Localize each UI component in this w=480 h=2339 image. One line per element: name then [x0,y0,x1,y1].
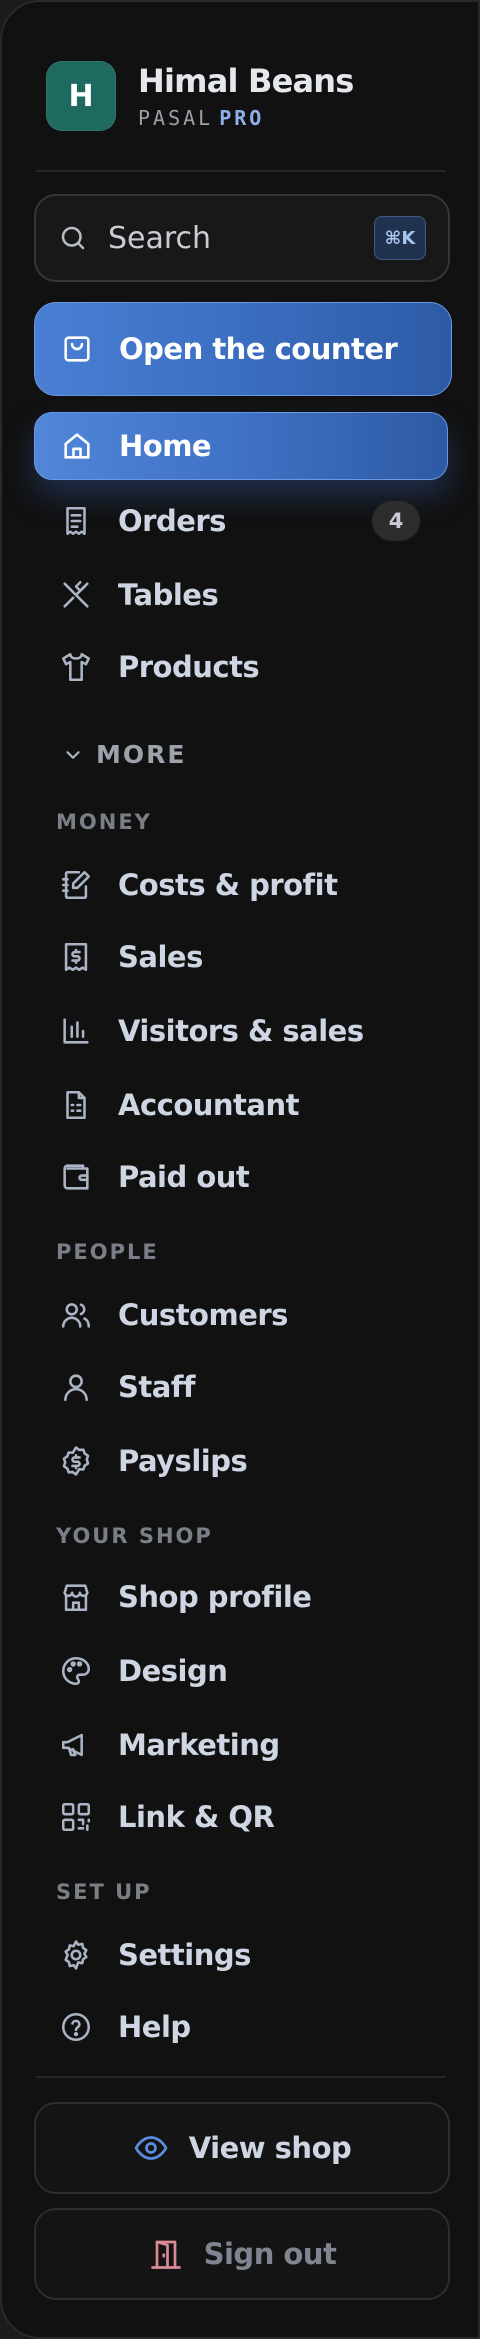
nav-settings-label: Settings [118,1938,251,1972]
eye-icon [134,2136,168,2160]
dollar-badge-icon [58,1443,94,1479]
nav-costs-profit-label: Costs & profit [118,868,338,902]
search-label: Search [108,220,212,256]
nav-marketing-label: Marketing [118,1728,280,1762]
door-icon [150,2240,181,2269]
nav-marketing[interactable]: Marketing [34,1712,448,1778]
nav-orders-label: Orders [118,504,226,538]
nav-help[interactable]: Help [34,1994,448,2060]
nav-home-label: Home [119,429,212,463]
nav-customers-label: Customers [118,1298,288,1332]
help-circle-icon [58,2009,94,2045]
nav-settings[interactable]: Settings [34,1922,448,1988]
brand-tier: PRO [219,106,265,130]
notebook-pen-icon [58,867,94,903]
nav-products[interactable]: Products [34,634,448,700]
nav-paid-out-label: Paid out [118,1160,250,1194]
nav-design[interactable]: Design [34,1638,448,1704]
section-title-set-up: SET UP [56,1880,152,1904]
nav-home[interactable]: Home [34,412,448,480]
nav-visitors-sales-label: Visitors & sales [118,1014,364,1048]
chevron-down-icon [66,750,80,759]
sign-out-button[interactable]: Sign out [34,2208,450,2300]
megaphone-icon [58,1727,94,1763]
search-button[interactable]: Search ⌘K [34,194,450,282]
nav-design-label: Design [118,1654,228,1688]
view-shop-button[interactable]: View shop [34,2102,450,2194]
sign-out-label: Sign out [203,2237,337,2271]
nav-sales[interactable]: Sales [34,924,448,990]
nav-staff-label: Staff [118,1370,196,1404]
nav-customers[interactable]: Customers [34,1282,448,1348]
nav-products-label: Products [118,650,260,684]
nav-shop-profile-label: Shop profile [118,1580,312,1614]
nav-accountant[interactable]: Accountant [34,1072,448,1138]
bar-chart-icon [58,1013,94,1049]
nav-tables-label: Tables [118,578,219,612]
nav-sales-label: Sales [118,940,203,974]
nav-payslips-label: Payslips [118,1444,248,1478]
more-label: MORE [96,740,187,769]
store-icon [58,1579,94,1615]
divider [36,170,446,172]
palette-icon [58,1653,94,1689]
gear-icon [58,1937,94,1973]
nav-link-qr[interactable]: Link & QR [34,1784,448,1850]
search-shortcut: ⌘K [374,216,426,260]
open-counter-label: Open the counter [119,332,398,366]
orders-count-badge: 4 [372,501,420,541]
nav-paid-out[interactable]: Paid out [34,1144,448,1210]
spreadsheet-file-icon [58,1087,94,1123]
receipt-icon [58,503,94,539]
nav-orders[interactable]: Orders 4 [34,488,448,554]
divider [36,2076,446,2078]
nav-shop-profile[interactable]: Shop profile [34,1564,448,1630]
utensils-icon [58,577,94,613]
open-counter-button[interactable]: Open the counter [34,302,452,396]
brand[interactable]: H Himal Beans PASAL PRO [46,60,354,132]
section-title-your-shop: YOUR SHOP [56,1524,213,1548]
section-title-people: PEOPLE [56,1240,159,1264]
nav-visitors-sales[interactable]: Visitors & sales [34,998,448,1064]
view-shop-label: View shop [188,2131,352,2165]
receipt-dollar-icon [58,939,94,975]
users-icon [58,1297,94,1333]
section-title-money: MONEY [56,810,152,834]
brand-logo: H [46,61,116,131]
search-icon [61,226,85,250]
nav-payslips[interactable]: Payslips [34,1428,448,1494]
brand-text: Himal Beans PASAL PRO [138,62,354,130]
nav-staff[interactable]: Staff [34,1354,448,1420]
home-icon [59,428,95,464]
user-icon [58,1369,94,1405]
nav-help-label: Help [118,2010,191,2044]
nav-costs-profit[interactable]: Costs & profit [34,852,448,918]
sidebar: H Himal Beans PASAL PRO Search ⌘K Open th… [0,0,480,2339]
more-toggle[interactable]: MORE [62,740,186,769]
shirt-icon [58,649,94,685]
brand-subtitle: PASAL [138,106,214,130]
nav-accountant-label: Accountant [118,1088,299,1122]
nav-tables[interactable]: Tables [34,562,448,628]
brand-subtitle-row: PASAL PRO [138,106,354,130]
shopping-bag-icon [59,331,95,367]
qr-code-icon [58,1799,94,1835]
nav-link-qr-label: Link & QR [118,1800,275,1834]
wallet-icon [58,1159,94,1195]
brand-name: Himal Beans [138,62,354,100]
